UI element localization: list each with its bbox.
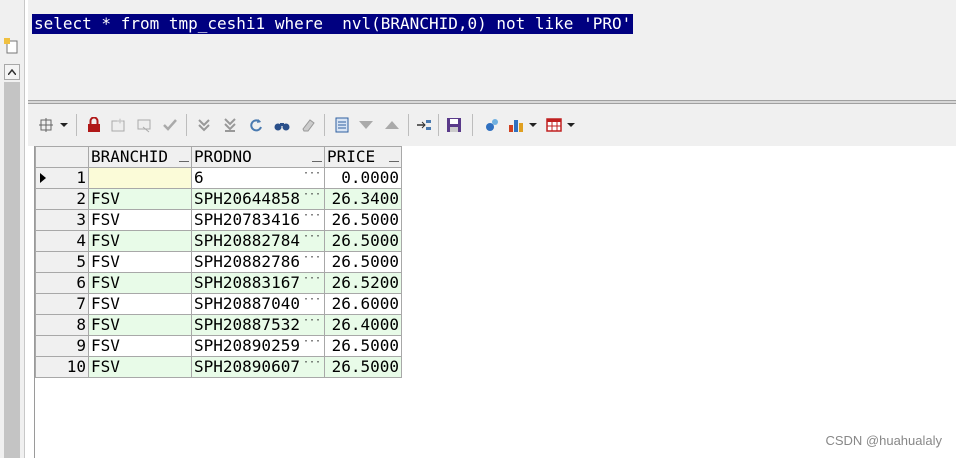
toolbar-separator [438, 114, 439, 136]
header-row: BRANCHID PRODNO PRICE [35, 146, 402, 168]
cell-price[interactable]: 0.0000 [324, 167, 402, 189]
toolbar-separator [76, 114, 77, 136]
cell-price[interactable]: 26.6000 [324, 293, 402, 315]
chevron-up-icon [8, 69, 16, 75]
table-row[interactable]: 4 FSV SPH20882784 ··· 26.5000 [35, 230, 402, 252]
save-icon[interactable] [446, 117, 462, 133]
cell-editor-ellipsis-icon[interactable]: ··· [303, 248, 321, 268]
column-menu-icon[interactable] [312, 151, 322, 162]
row-number[interactable]: 2 [35, 188, 89, 210]
post-changes-icon[interactable] [162, 117, 178, 133]
chart-dropdown[interactable] [529, 123, 537, 127]
table-row[interactable]: 9 FSV SPH20890259 ··· 26.5000 [35, 335, 402, 357]
cell-branchid[interactable]: FSV [88, 293, 192, 315]
chart-icon[interactable] [508, 117, 524, 133]
export-icon[interactable] [416, 117, 432, 133]
cell-editor-ellipsis-icon[interactable]: ··· [303, 353, 321, 373]
cell-editor-ellipsis-icon[interactable]: ··· [303, 185, 321, 205]
row-number[interactable]: 7 [35, 293, 89, 315]
result-table: BRANCHID PRODNO PRICE 1 6 ··· 0.0000 2 FS… [35, 146, 402, 378]
cell-branchid[interactable]: FSV [88, 209, 192, 231]
column-menu-icon[interactable] [179, 151, 189, 162]
table-row[interactable]: 1 6 ··· 0.0000 [35, 167, 402, 189]
row-number[interactable]: 10 [35, 356, 89, 378]
cell-price[interactable]: 26.5000 [324, 356, 402, 378]
row-number[interactable]: 3 [35, 209, 89, 231]
row-number[interactable]: 4 [35, 230, 89, 252]
cell-branchid[interactable]: FSV [88, 272, 192, 294]
sort-icon[interactable] [384, 117, 400, 133]
result-grid[interactable]: BRANCHID PRODNO PRICE 1 6 ··· 0.0000 2 FS… [34, 146, 956, 458]
table-row[interactable]: 2 FSV SPH20644858 ··· 26.3400 [35, 188, 402, 210]
query-by-example-icon[interactable] [334, 117, 350, 133]
row-number[interactable]: 5 [35, 251, 89, 273]
vertical-scrollbar[interactable] [4, 82, 20, 458]
last-page-icon[interactable] [222, 117, 238, 133]
cell-price[interactable]: 26.4000 [324, 314, 402, 336]
toolbar-separator [324, 114, 325, 136]
column-label: PRICE [327, 147, 376, 166]
cell-price[interactable]: 26.5000 [324, 251, 402, 273]
sql-statement[interactable]: select * from tmp_ceshi1 where nvl(BRANC… [32, 14, 634, 34]
table-view-dropdown[interactable] [567, 123, 575, 127]
grid-options-dropdown[interactable] [60, 123, 68, 127]
cell-editor-ellipsis-icon[interactable]: ··· [303, 311, 321, 331]
table-row[interactable]: 3 FSV SPH20783416 ··· 26.5000 [35, 209, 402, 231]
cell-editor-ellipsis-icon[interactable]: ··· [303, 227, 321, 247]
cell-price[interactable]: 26.5000 [324, 209, 402, 231]
column-header-price[interactable]: PRICE [324, 146, 402, 168]
cell-branchid[interactable]: FSV [88, 188, 192, 210]
cell-price[interactable]: 26.3400 [324, 188, 402, 210]
cell-editor-ellipsis-icon[interactable]: ··· [303, 164, 321, 184]
row-number[interactable]: 8 [35, 314, 89, 336]
cell-branchid[interactable]: FSV [88, 251, 192, 273]
new-document-icon[interactable] [4, 38, 18, 54]
clear-icon[interactable] [300, 117, 316, 133]
column-menu-icon[interactable] [389, 151, 399, 162]
next-page-icon[interactable] [196, 117, 212, 133]
cell-branchid[interactable] [88, 167, 192, 189]
sql-editor[interactable]: select * from tmp_ceshi1 where nvl(BRANC… [28, 0, 956, 100]
toolbar-separator [472, 114, 473, 136]
watermark: CSDN @huahualaly [825, 433, 942, 448]
column-label: PRODNO [194, 147, 252, 166]
table-row[interactable]: 8 FSV SPH20887532 ··· 26.4000 [35, 314, 402, 336]
cell-branchid[interactable]: FSV [88, 314, 192, 336]
find-icon[interactable] [274, 117, 290, 133]
table-row[interactable]: 6 FSV SPH20883167 ··· 26.5200 [35, 272, 402, 294]
table-row[interactable]: 7 FSV SPH20887040 ··· 26.6000 [35, 293, 402, 315]
table-row[interactable]: 5 FSV SPH20882786 ··· 26.5000 [35, 251, 402, 273]
row-number[interactable]: 6 [35, 272, 89, 294]
grid-options-icon[interactable] [38, 117, 54, 133]
cell-branchid[interactable]: FSV [88, 230, 192, 252]
toolbar-separator [186, 114, 187, 136]
cell-editor-ellipsis-icon[interactable]: ··· [303, 206, 321, 226]
filter-icon[interactable] [358, 117, 374, 133]
column-header-branchid[interactable]: BRANCHID [88, 146, 192, 168]
cell-editor-ellipsis-icon[interactable]: ··· [303, 269, 321, 289]
grid-corner[interactable] [35, 146, 89, 168]
row-number[interactable]: 1 [35, 167, 89, 189]
add-record-icon[interactable] [110, 117, 126, 133]
lock-icon[interactable] [86, 117, 102, 133]
toolbar-separator [408, 114, 409, 136]
cell-price[interactable]: 26.5000 [324, 230, 402, 252]
row-number[interactable]: 9 [35, 335, 89, 357]
current-row-indicator-icon [40, 173, 46, 183]
cell-branchid[interactable]: FSV [88, 335, 192, 357]
table-view-icon[interactable] [546, 117, 562, 133]
cell-editor-ellipsis-icon[interactable]: ··· [303, 332, 321, 352]
cell-price[interactable]: 26.5000 [324, 335, 402, 357]
table-row[interactable]: 10 FSV SPH20890607 ··· 26.5000 [35, 356, 402, 378]
delete-record-icon[interactable] [136, 117, 152, 133]
cell-price[interactable]: 26.5200 [324, 272, 402, 294]
cell-prodno[interactable]: SPH20890607 ··· [191, 356, 325, 378]
refresh-icon[interactable] [248, 117, 264, 133]
cell-editor-ellipsis-icon[interactable]: ··· [303, 290, 321, 310]
scroll-up-button[interactable] [4, 64, 20, 80]
left-panel-strip [0, 0, 25, 458]
cell-branchid[interactable]: FSV [88, 356, 192, 378]
column-label: BRANCHID [91, 147, 169, 166]
link-icon[interactable] [484, 117, 500, 133]
